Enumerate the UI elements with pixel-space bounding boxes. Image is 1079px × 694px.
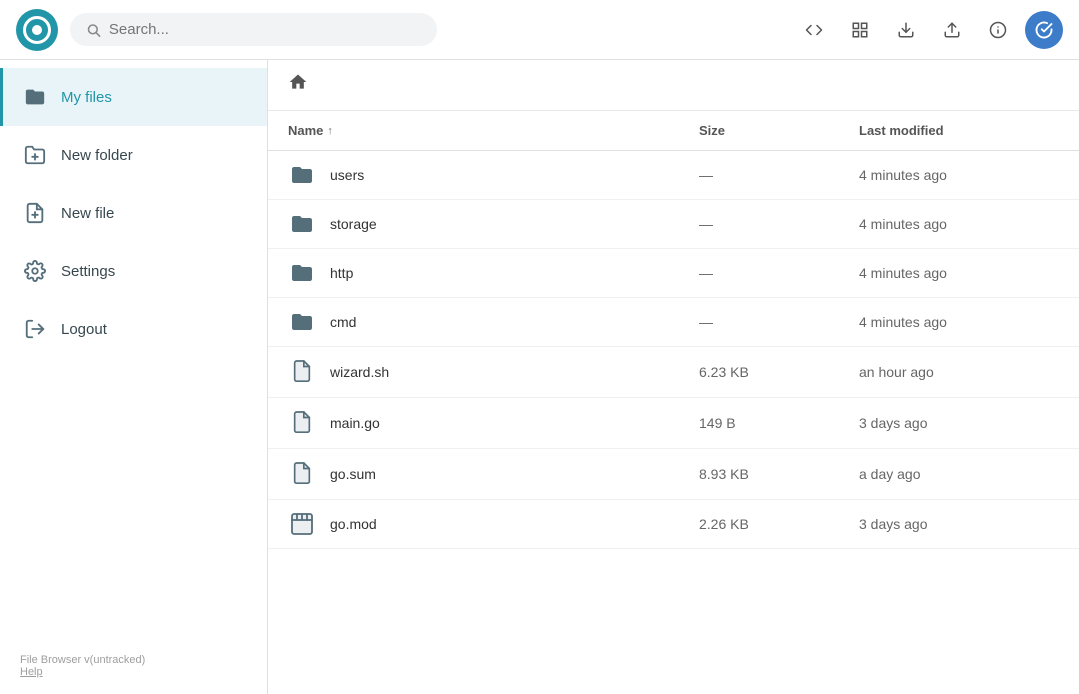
info-button[interactable] bbox=[979, 11, 1017, 49]
upload-icon bbox=[943, 21, 961, 39]
file-type-icon bbox=[288, 410, 316, 436]
table-row[interactable]: main.go 149 B 3 days ago bbox=[268, 398, 1079, 449]
upload-button[interactable] bbox=[933, 11, 971, 49]
file-name-cell: http bbox=[288, 261, 699, 285]
file-size: 2.26 KB bbox=[699, 516, 859, 532]
file-name-cell: go.mod bbox=[288, 512, 699, 536]
table-row[interactable]: storage — 4 minutes ago bbox=[268, 200, 1079, 249]
sidebar: My files New folder New file bbox=[0, 60, 268, 694]
folder-icon bbox=[23, 86, 47, 108]
sidebar-my-files-label: My files bbox=[61, 89, 112, 106]
file-type-icon bbox=[288, 212, 316, 236]
file-name: main.go bbox=[330, 415, 380, 431]
file-modified: an hour ago bbox=[859, 364, 1059, 380]
file-type-icon bbox=[288, 461, 316, 487]
file-modified: 3 days ago bbox=[859, 415, 1059, 431]
file-modified: 4 minutes ago bbox=[859, 216, 1059, 232]
content-area: Name ↑ Size Last modified users — 4 minu… bbox=[268, 60, 1079, 694]
table-row[interactable]: go.sum 8.93 KB a day ago bbox=[268, 449, 1079, 500]
table-row[interactable]: wizard.sh 6.23 KB an hour ago bbox=[268, 347, 1079, 398]
header bbox=[0, 0, 1079, 60]
sidebar-new-folder-label: New folder bbox=[61, 147, 133, 164]
file-modified: a day ago bbox=[859, 466, 1059, 482]
grid-icon bbox=[851, 21, 869, 39]
search-input[interactable] bbox=[109, 21, 421, 38]
file-type-icon bbox=[288, 310, 316, 334]
file-table: Name ↑ Size Last modified users — 4 minu… bbox=[268, 111, 1079, 694]
file-modified: 4 minutes ago bbox=[859, 314, 1059, 330]
sidebar-item-new-file[interactable]: New file bbox=[0, 184, 267, 242]
file-size: 8.93 KB bbox=[699, 466, 859, 482]
app-logo[interactable] bbox=[16, 9, 58, 51]
select-all-button[interactable] bbox=[1025, 11, 1063, 49]
table-row[interactable]: users — 4 minutes ago bbox=[268, 151, 1079, 200]
code-view-button[interactable] bbox=[795, 11, 833, 49]
file-type-icon bbox=[288, 359, 316, 385]
sidebar-new-file-label: New file bbox=[61, 205, 114, 222]
file-name-cell: go.sum bbox=[288, 461, 699, 487]
file-type-icon bbox=[288, 261, 316, 285]
file-name-cell: wizard.sh bbox=[288, 359, 699, 385]
header-icon-group bbox=[795, 11, 1063, 49]
new-folder-icon bbox=[23, 144, 47, 166]
main-layout: My files New folder New file bbox=[0, 60, 1079, 694]
file-name: go.sum bbox=[330, 466, 376, 482]
sidebar-item-new-folder[interactable]: New folder bbox=[0, 126, 267, 184]
table-row[interactable]: http — 4 minutes ago bbox=[268, 249, 1079, 298]
file-size: — bbox=[699, 314, 859, 330]
file-name: users bbox=[330, 167, 364, 183]
code-icon bbox=[805, 21, 823, 39]
help-link[interactable]: Help bbox=[20, 666, 43, 678]
sidebar-item-logout[interactable]: Logout bbox=[0, 300, 267, 358]
breadcrumb bbox=[268, 60, 1079, 111]
search-icon bbox=[86, 22, 101, 38]
new-file-icon bbox=[23, 202, 47, 224]
file-modified: 4 minutes ago bbox=[859, 167, 1059, 183]
file-name: storage bbox=[330, 216, 377, 232]
file-type-icon bbox=[288, 512, 316, 536]
file-size: — bbox=[699, 265, 859, 281]
file-name-cell: storage bbox=[288, 212, 699, 236]
sidebar-item-settings[interactable]: Settings bbox=[0, 242, 267, 300]
sidebar-settings-label: Settings bbox=[61, 263, 115, 280]
info-icon bbox=[989, 21, 1007, 39]
file-size: — bbox=[699, 167, 859, 183]
file-size: 6.23 KB bbox=[699, 364, 859, 380]
search-bar[interactable] bbox=[70, 13, 437, 46]
col-header-modified[interactable]: Last modified bbox=[859, 123, 1059, 138]
sidebar-logout-label: Logout bbox=[61, 321, 107, 338]
table-body: users — 4 minutes ago storage — 4 minute… bbox=[268, 151, 1079, 549]
file-name-cell: users bbox=[288, 163, 699, 187]
file-name: wizard.sh bbox=[330, 364, 389, 380]
sidebar-item-my-files[interactable]: My files bbox=[0, 68, 267, 126]
file-type-icon bbox=[288, 163, 316, 187]
sort-arrow-icon: ↑ bbox=[327, 125, 333, 137]
logout-icon bbox=[23, 318, 47, 340]
download-icon bbox=[897, 21, 915, 39]
file-name: cmd bbox=[330, 314, 356, 330]
file-name-cell: cmd bbox=[288, 310, 699, 334]
table-row[interactable]: go.mod 2.26 KB 3 days ago bbox=[268, 500, 1079, 549]
table-header: Name ↑ Size Last modified bbox=[268, 111, 1079, 151]
file-modified: 3 days ago bbox=[859, 516, 1059, 532]
file-size: 149 B bbox=[699, 415, 859, 431]
table-row[interactable]: cmd — 4 minutes ago bbox=[268, 298, 1079, 347]
home-icon[interactable] bbox=[288, 72, 308, 98]
check-icon bbox=[1035, 21, 1053, 39]
col-header-size[interactable]: Size bbox=[699, 123, 859, 138]
file-name: go.mod bbox=[330, 516, 377, 532]
version-label: File Browser v(untracked) bbox=[20, 654, 247, 666]
settings-icon bbox=[23, 260, 47, 282]
sidebar-version-info: File Browser v(untracked) Help bbox=[0, 638, 267, 694]
file-name: http bbox=[330, 265, 353, 281]
grid-view-button[interactable] bbox=[841, 11, 879, 49]
file-modified: 4 minutes ago bbox=[859, 265, 1059, 281]
col-header-name[interactable]: Name ↑ bbox=[288, 123, 699, 138]
file-name-cell: main.go bbox=[288, 410, 699, 436]
download-button[interactable] bbox=[887, 11, 925, 49]
file-size: — bbox=[699, 216, 859, 232]
